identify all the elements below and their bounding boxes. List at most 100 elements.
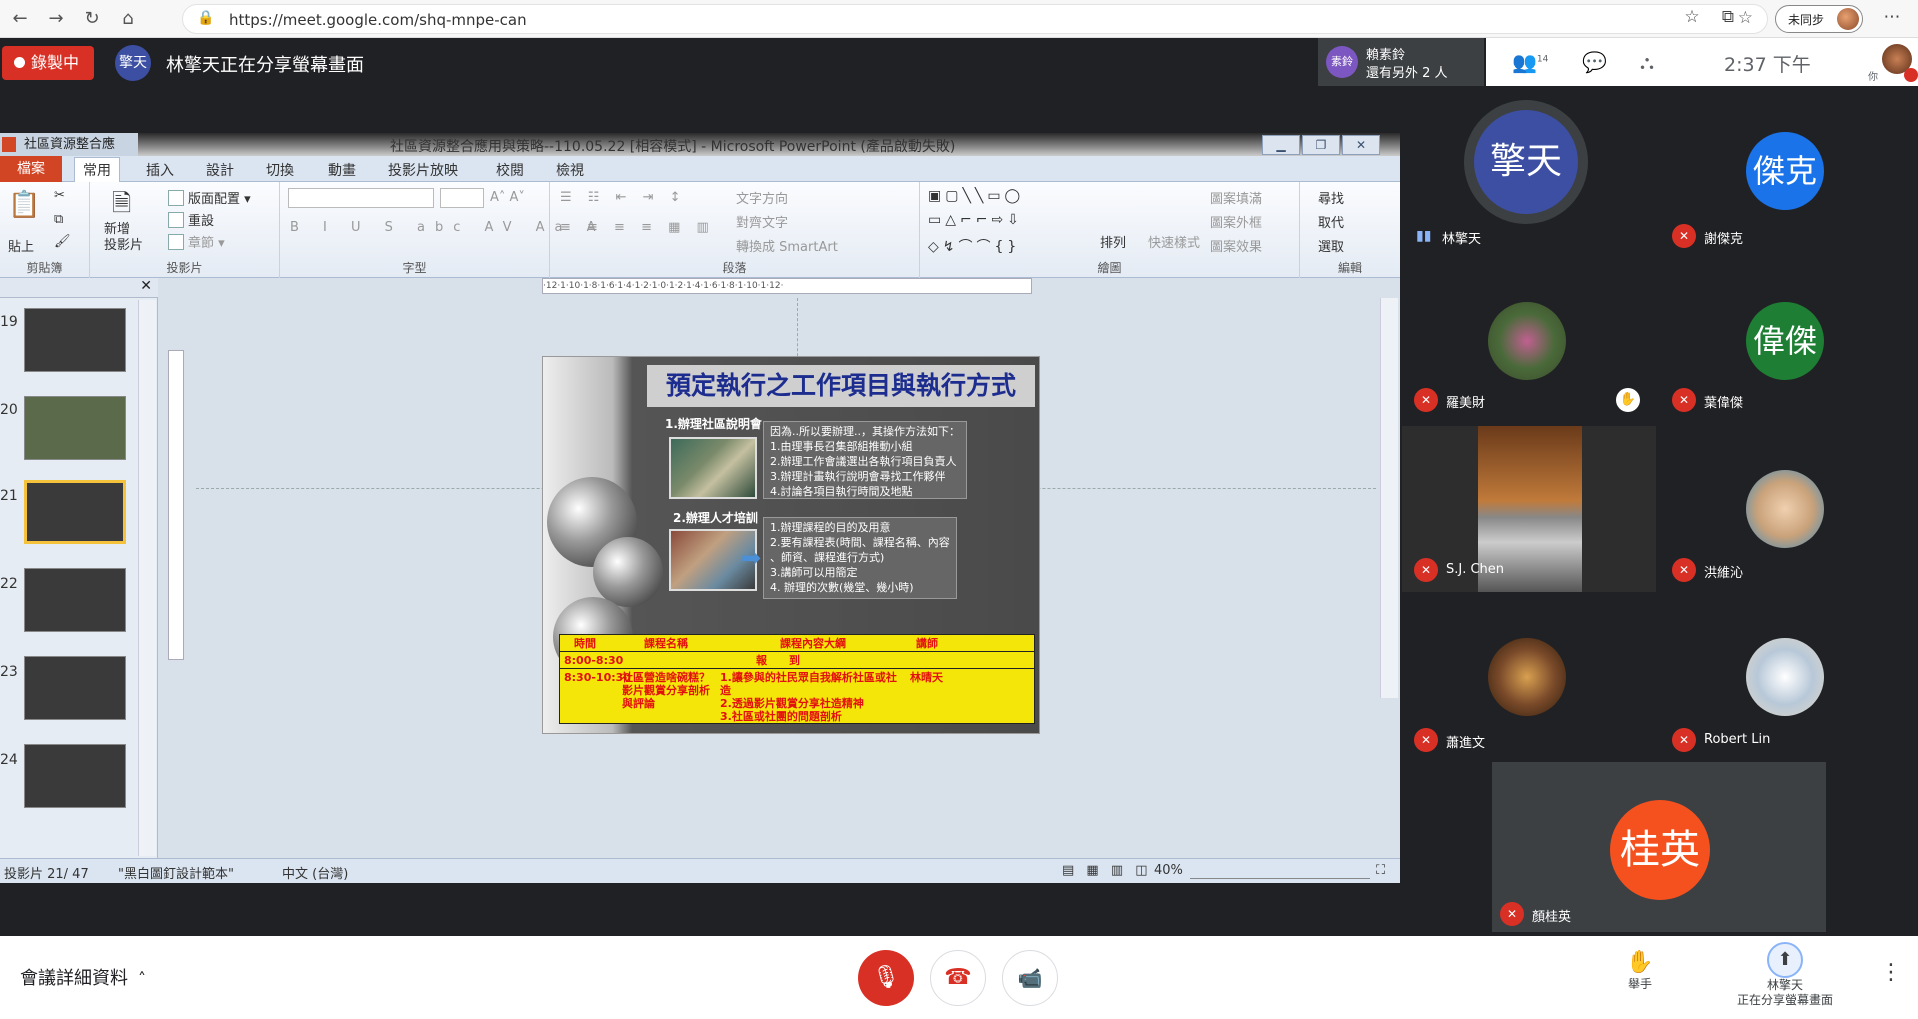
participant-tile[interactable]: 桂英 ✕ 顏桂英	[1492, 762, 1826, 932]
table-cell: 社區營造啥碗糕？影片觀賞分享剖析與評論	[622, 671, 710, 710]
mic-toggle-button[interactable]: 🎙	[858, 950, 914, 1006]
chat-icon[interactable]: 💬	[1582, 50, 1607, 74]
collections-icon[interactable]: ⧉	[1716, 7, 1740, 27]
muted-mic-icon: ✕	[1672, 728, 1696, 752]
present-now-button[interactable]: ⬆ 林擎天 正在分享螢幕畫面	[1725, 942, 1845, 1008]
presenter-name-label: 林擎天	[1766, 978, 1803, 992]
participant-tile[interactable]: ✕ S.J. Chen	[1402, 426, 1656, 592]
align-text-button[interactable]: 對齊文字	[736, 212, 788, 231]
thumbnail-scrollbar[interactable]	[138, 300, 156, 856]
reset-button[interactable]: 重設	[168, 210, 214, 229]
box1-line: 1.由理事長召集部組推動小組	[770, 440, 913, 453]
menu-animations[interactable]: 動畫	[328, 160, 356, 180]
zoom-slider[interactable]	[1190, 865, 1370, 879]
presenter-text: 林擎天正在分享螢幕畫面	[166, 55, 364, 76]
menu-transitions[interactable]: 切換	[266, 160, 294, 180]
activities-icon[interactable]: ⛬	[1640, 50, 1654, 74]
menu-slideshow[interactable]: 投影片放映	[388, 160, 458, 180]
align-icons[interactable]: ≡ ≡ ≡ ≡ ▦ ▥	[560, 220, 715, 235]
favorites-icon[interactable]: ☆	[1680, 7, 1704, 27]
back-icon[interactable]: ←	[8, 8, 32, 30]
shapes-gallery[interactable]: ▣▢╲╲▭◯	[928, 188, 1024, 204]
slide-box-1: 因為..所以要辦理..，其操作方法如下： 1.由理事長召集部組推動小組 2.辦理…	[763, 421, 967, 499]
raise-hand-button[interactable]: ✋ 舉手	[1615, 950, 1665, 992]
menu-design[interactable]: 設計	[206, 160, 234, 180]
participant-tile[interactable]: ✕ Robert Lin	[1660, 620, 1914, 770]
participant-tile[interactable]: ✕ 蕭進文	[1402, 620, 1656, 770]
group-paragraph: ☰ ☷ ⇤ ⇥ ↕ ≡ ≡ ≡ ≡ ▦ ▥ 文字方向 對齊文字 轉換成 Smar…	[550, 182, 920, 278]
layout-button[interactable]: 版面配置 ▾	[168, 188, 251, 207]
leave-call-button[interactable]: ☎	[930, 950, 986, 1006]
font-size-select[interactable]	[440, 188, 484, 208]
menu-review[interactable]: 校閱	[496, 160, 524, 180]
participant-tile[interactable]: 偉傑 ✋ ✕ 葉偉傑	[1616, 286, 1914, 426]
slide-thumbnail-selected[interactable]	[24, 480, 126, 544]
close-pane-icon[interactable]: ✕	[140, 278, 152, 294]
ppt-ribbon: 📋 貼上 ✂ ⧉ 🖌 剪貼簿 🗎 新增 投影片 版面配置 ▾ 重設 章節 ▾ 投…	[0, 182, 1400, 278]
profile-avatar	[1837, 8, 1859, 30]
raise-hand-label: 舉手	[1627, 977, 1652, 991]
fit-window-icon[interactable]: ⛶	[1376, 863, 1385, 878]
minimize-icon[interactable]: ▁	[1262, 135, 1300, 155]
table-cell: 1.讓參與的社民眾自我解析社區或社造 2.透過影片觀賞分享社造精神 3.社區或社…	[720, 671, 897, 723]
font-name-select[interactable]	[288, 188, 434, 208]
slide-thumbnail[interactable]	[24, 656, 126, 720]
reload-icon[interactable]: ↻	[80, 8, 104, 30]
table-header: 講師	[916, 637, 938, 650]
home-icon[interactable]: ⌂	[116, 8, 140, 30]
section-button[interactable]: 章節 ▾	[168, 232, 225, 251]
more-options-icon[interactable]: ⋮	[1880, 960, 1902, 985]
select-button[interactable]: 選取	[1318, 236, 1344, 255]
ppt-status-bar: 投影片 21/ 47 "黑白圖釘設計範本" 中文 (台灣) ▤ ▦ ▥ ◫ 40…	[0, 858, 1400, 883]
arrange-button[interactable]: 排列	[1100, 232, 1126, 251]
camera-toggle-button[interactable]: 📹	[1002, 950, 1058, 1006]
find-button[interactable]: 尋找	[1318, 188, 1344, 207]
presenting-status-label: 正在分享螢幕畫面	[1736, 993, 1833, 1007]
participant-tile[interactable]: ✕ 洪維沁	[1660, 426, 1914, 592]
shape-fill-button[interactable]: 圖案填滿	[1210, 188, 1262, 207]
address-bar[interactable]: 🔒 https://meet.google.com/shq-mnpe-can ☆	[182, 4, 1768, 34]
replace-button[interactable]: 取代	[1318, 212, 1344, 231]
box2-line: 2.要有課程表(時間、課程名稱、內容	[770, 536, 950, 549]
list-icons[interactable]: ☰ ☷ ⇤ ⇥ ↕	[560, 190, 687, 205]
new-slide-icon[interactable]: 🗎	[112, 186, 131, 227]
profile-button[interactable]: 未同步	[1775, 5, 1863, 33]
participant-tile[interactable]: 傑克 ✕ 謝傑克	[1660, 100, 1914, 250]
shapes-gallery-2[interactable]: ▭△⌐⌐⇨⇩	[928, 212, 1023, 228]
group-drawing: ▣▢╲╲▭◯ ▭△⌐⌐⇨⇩ ◇↯⌒⌒{} 排列 快速樣式 圖案填滿 圖案外框 圖…	[920, 182, 1300, 278]
ppt-title-bar: 社區資源整合應 社區資源整合應用與策略--110.05.22 [相容模式] - …	[0, 133, 1400, 156]
slide-thumbnail[interactable]	[24, 396, 126, 460]
shapes-gallery-3[interactable]: ◇↯⌒⌒{}	[928, 236, 1020, 256]
close-icon[interactable]: ✕	[1342, 135, 1380, 155]
cut-icon[interactable]: ✂	[54, 188, 65, 203]
participant-tile[interactable]: 擎天 ▮▮ 林擎天	[1402, 100, 1656, 250]
text-direction-button[interactable]: 文字方向	[736, 188, 788, 207]
smartart-button[interactable]: 轉換成 SmartArt	[736, 236, 838, 255]
forward-icon[interactable]: →	[44, 8, 68, 30]
slide-canvas[interactable]: 預定執行之工作項目與執行方式 1.辦理社區說明會 ➡ 因為..所以要辦理..，其…	[542, 356, 1040, 734]
meeting-details-button[interactable]: 會議詳細資料 ˄	[20, 964, 146, 990]
shape-effects-button[interactable]: 圖案效果	[1210, 236, 1262, 255]
quick-styles-button[interactable]: 快速樣式	[1148, 232, 1200, 251]
menu-file[interactable]: 檔案	[0, 156, 62, 182]
restore-icon[interactable]: ❐	[1302, 135, 1340, 155]
paste-icon[interactable]: 📋	[8, 190, 40, 220]
menu-home[interactable]: 常用	[74, 157, 120, 182]
more-icon[interactable]: ⋯	[1880, 7, 1904, 27]
bookmark-star-icon[interactable]: ☆	[1738, 8, 1753, 28]
menu-view[interactable]: 檢視	[556, 160, 584, 180]
slide-scrollbar[interactable]	[1380, 298, 1398, 698]
shape-outline-button[interactable]: 圖案外框	[1210, 212, 1262, 231]
slide-thumbnail[interactable]	[24, 744, 126, 808]
table-cell: 林晴天	[910, 671, 943, 684]
paste-button[interactable]: 貼上	[8, 236, 34, 255]
view-buttons[interactable]: ▤ ▦ ▥ ◫	[1062, 863, 1152, 878]
menu-insert[interactable]: 插入	[146, 160, 174, 180]
slide-thumbnail[interactable]	[24, 308, 126, 372]
grow-font-icon[interactable]: A˄ A˅	[490, 190, 525, 205]
copy-icon[interactable]: ⧉	[54, 212, 63, 227]
new-slide-button[interactable]: 新增 投影片	[104, 222, 143, 254]
slide-thumbnail[interactable]	[24, 568, 126, 632]
format-painter-icon[interactable]: 🖌	[54, 234, 71, 249]
people-icon[interactable]: 👥14	[1512, 50, 1548, 74]
